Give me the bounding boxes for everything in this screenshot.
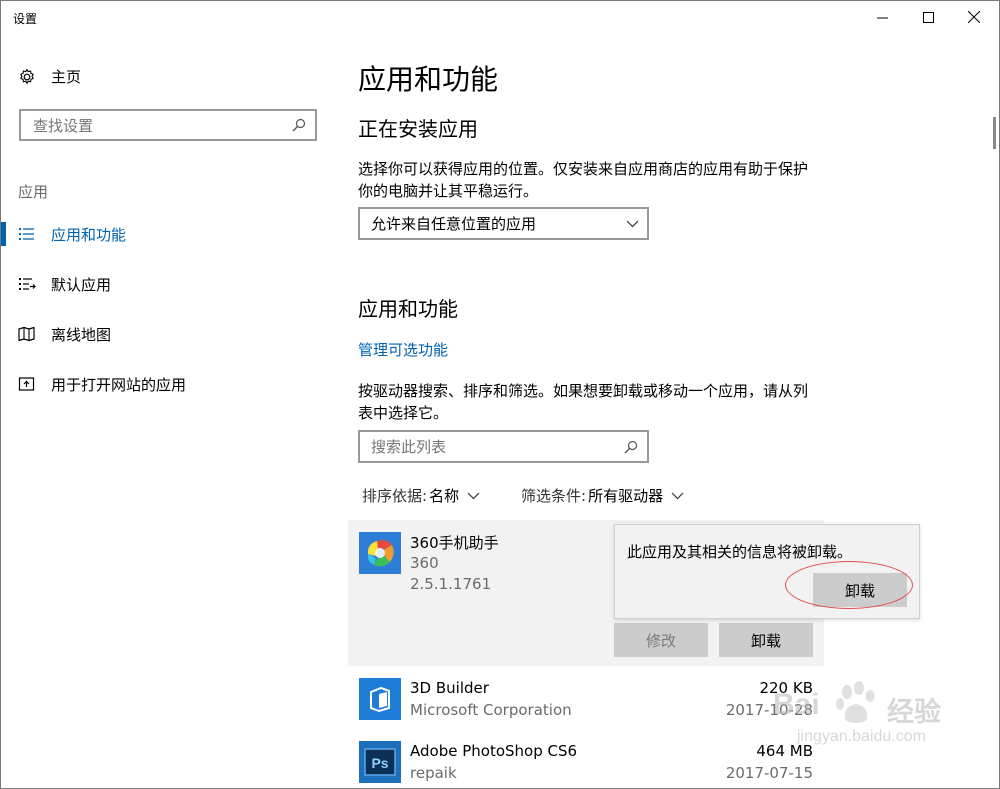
sidebar-item-default-apps[interactable]: 默认应用 <box>1 264 333 304</box>
sidebar: 主页 查找设置 应用 应用和功能 默认应用 离线地图 用于打开网站的应用 <box>1 33 333 788</box>
maximize-button[interactable] <box>905 1 951 33</box>
settings-search-placeholder: 查找设置 <box>33 116 94 135</box>
install-description: 选择你可以获得应用的位置。仅安装来自应用商店的应用有助于保护你的电脑并让其平稳运… <box>358 160 809 200</box>
sidebar-item-apps-features[interactable]: 应用和功能 <box>1 214 333 254</box>
maximize-icon <box>922 11 934 23</box>
window-title: 设置 <box>13 12 38 26</box>
gear-icon <box>20 68 34 84</box>
scrollbar-thumb[interactable] <box>993 117 996 149</box>
app-publisher: repaik <box>410 764 457 782</box>
minimize-button[interactable] <box>859 1 905 33</box>
app-row[interactable]: 3D Builder Microsoft Corporation 220 KB … <box>348 673 824 733</box>
install-heading: 正在安装应用 <box>358 117 478 141</box>
active-indicator <box>1 222 6 246</box>
uninstall-button[interactable]: 卸载 <box>719 623 813 657</box>
annotation-circle <box>785 561 913 609</box>
app-version: 2.5.1.1761 <box>410 575 492 593</box>
filter-key: 筛选条件: <box>521 487 587 505</box>
map-icon <box>18 326 35 342</box>
app-size: 464 MB <box>756 742 813 760</box>
chevron-down-icon <box>467 492 480 499</box>
sort-dropdown[interactable]: 排序依据: 名称 <box>362 485 480 506</box>
search-icon[interactable] <box>624 440 638 454</box>
apps-heading: 应用和功能 <box>358 297 458 321</box>
sidebar-item-label: 应用和功能 <box>51 226 127 244</box>
open-website-icon <box>18 377 35 391</box>
page-title: 应用和功能 <box>358 63 499 96</box>
chevron-down-icon <box>626 220 639 227</box>
app-3d-builder-icon <box>359 678 401 720</box>
filter-dropdown[interactable]: 筛选条件: 所有驱动器 <box>521 485 684 506</box>
chevron-down-icon <box>671 492 684 499</box>
app-publisher: 360 <box>410 554 439 572</box>
settings-window: 设置 主页 查找设置 应用 应用和功能 默认应用 离线地图 用于打开网站的应用 … <box>0 0 1000 789</box>
dropdown-value: 允许来自任意位置的应用 <box>371 215 537 233</box>
filter-value: 所有驱动器 <box>588 487 664 505</box>
default-apps-icon <box>19 278 36 290</box>
sidebar-item-label: 离线地图 <box>51 326 112 344</box>
search-icon[interactable] <box>292 118 306 132</box>
uninstall-confirm-message: 此应用及其相关的信息将被卸载。 <box>627 543 853 561</box>
svg-text:Ps: Ps <box>371 755 388 771</box>
app-size: 220 KB <box>759 679 813 697</box>
modify-button[interactable]: 修改 <box>614 623 708 657</box>
settings-search-input[interactable]: 查找设置 <box>19 109 317 141</box>
app-name: Adobe PhotoShop CS6 <box>410 742 578 760</box>
app-row[interactable]: Ps Adobe PhotoShop CS6 repaik 464 MB 201… <box>348 736 824 788</box>
close-button[interactable] <box>951 1 997 33</box>
list-icon <box>19 228 34 240</box>
sidebar-section-label: 应用 <box>18 183 49 201</box>
app-360-icon <box>359 532 401 574</box>
app-photoshop-icon: Ps <box>359 741 401 783</box>
title-bar: 设置 <box>1 1 999 33</box>
apps-description: 按驱动器搜索、排序和筛选。如果想要卸载或移动一个应用，请从列表中选择它。 <box>358 382 809 422</box>
manage-optional-features-link[interactable]: 管理可选功能 <box>358 339 448 360</box>
sidebar-item-label: 默认应用 <box>51 276 112 294</box>
uninstall-confirm-flyout: 此应用及其相关的信息将被卸载。 卸载 <box>614 524 920 619</box>
sidebar-item-label: 用于打开网站的应用 <box>51 376 187 394</box>
sort-key: 排序依据: <box>362 487 428 505</box>
sidebar-item-offline-maps[interactable]: 离线地图 <box>1 314 333 354</box>
app-name: 360手机助手 <box>410 534 499 552</box>
sort-value: 名称 <box>429 487 460 505</box>
sidebar-home[interactable]: 主页 <box>18 66 81 87</box>
apps-search-input[interactable]: 搜索此列表 <box>358 430 649 463</box>
app-name: 3D Builder <box>410 679 489 697</box>
close-icon <box>968 11 980 23</box>
main-content: 应用和功能 正在安装应用 选择你可以获得应用的位置。仅安装来自应用商店的应用有助… <box>333 33 999 788</box>
sidebar-item-apps-for-websites[interactable]: 用于打开网站的应用 <box>1 364 333 404</box>
apps-search-placeholder: 搜索此列表 <box>371 438 447 456</box>
sidebar-home-label: 主页 <box>51 68 82 86</box>
minimize-icon <box>876 17 888 18</box>
install-source-dropdown[interactable]: 允许来自任意位置的应用 <box>358 207 649 240</box>
app-date: 2017-07-15 <box>725 764 813 782</box>
app-date: 2017-10-28 <box>725 701 813 719</box>
app-publisher: Microsoft Corporation <box>410 701 572 719</box>
